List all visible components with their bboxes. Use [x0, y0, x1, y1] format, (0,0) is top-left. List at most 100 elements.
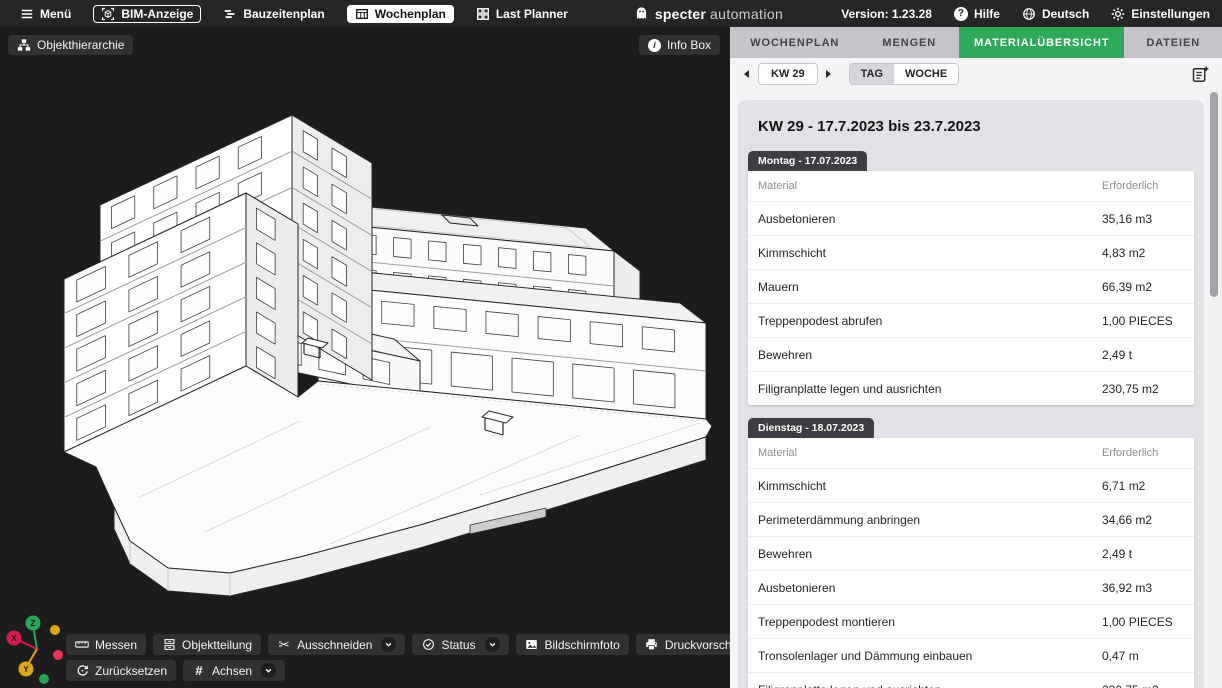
required-cell: 4,83 m2	[1102, 246, 1194, 260]
tab-materialuebersicht[interactable]: MATERIALÜBERSICHT	[959, 27, 1124, 58]
required-cell: 1,00 PIECES	[1102, 615, 1194, 629]
object-hierarchy-button[interactable]: Objekthierarchie	[8, 35, 133, 55]
table-row: Perimeterdämmung anbringen34,66 m2	[748, 502, 1194, 536]
screenshot-icon	[525, 638, 539, 652]
brand-suffix: automation	[710, 6, 783, 22]
viewer-tool-status[interactable]: Status	[412, 634, 508, 655]
table-row: Bewehren2,49 t	[748, 337, 1194, 371]
required-cell: 36,92 m3	[1102, 581, 1194, 595]
table-row: Kimmschicht4,83 m2	[748, 235, 1194, 269]
tab-wochenplan[interactable]: WOCHENPLAN	[730, 27, 859, 58]
globe-icon	[1022, 7, 1036, 21]
table-header: MaterialErforderlich	[748, 438, 1194, 468]
material-cell: Mauern	[758, 280, 1102, 294]
menu-button[interactable]: Menü	[12, 5, 79, 23]
scrollbar-track[interactable]	[1206, 90, 1222, 688]
required-cell: 230,75 m2	[1102, 683, 1194, 688]
day-section: Dienstag - 18.07.2023MaterialErforderlic…	[748, 418, 1194, 688]
axis-gizmo: ZXY	[7, 616, 64, 685]
week-chip[interactable]: KW 29	[758, 63, 818, 85]
help-button[interactable]: ? Hilfe	[954, 7, 1000, 21]
bim-icon	[101, 7, 115, 21]
material-cell: Ausbetonieren	[758, 212, 1102, 226]
viewer-tool-objektteilung[interactable]: Objektteilung	[153, 634, 261, 655]
required-cell: 2,49 t	[1102, 547, 1194, 561]
table-header: MaterialErforderlich	[748, 171, 1194, 201]
weekplan-icon	[355, 7, 369, 21]
status-check-icon	[421, 638, 435, 652]
required-cell: 6,71 m2	[1102, 479, 1194, 493]
material-cell: Kimmschicht	[758, 479, 1102, 493]
split-icon	[162, 638, 176, 652]
building-model: ZXY	[0, 27, 730, 688]
brand-name: specter	[655, 6, 706, 22]
menu-label: Menü	[40, 7, 71, 21]
chevron-down-icon[interactable]	[381, 637, 396, 652]
week-navigation: KW 29 TAG WOCHE	[730, 58, 1222, 90]
viewer-tool-messen[interactable]: Messen	[66, 634, 146, 655]
nav-bim-anzeige[interactable]: BIM-Anzeige	[93, 5, 201, 23]
required-cell: 1,00 PIECES	[1102, 314, 1194, 328]
toggle-woche[interactable]: WOCHE	[894, 64, 958, 84]
material-cell: Filigranplatte legen und ausrichten	[758, 683, 1102, 688]
day-badge: Montag - 17.07.2023	[748, 151, 867, 171]
nav-label: Last Planner	[496, 7, 568, 21]
nav-label: BIM-Anzeige	[121, 7, 193, 21]
nav-wochenplan[interactable]: Wochenplan	[347, 5, 454, 23]
svg-text:Z: Z	[31, 619, 36, 628]
table-row: Filigranplatte legen und ausrichten230,7…	[748, 672, 1194, 688]
previous-week-button[interactable]	[742, 69, 751, 80]
table-row: Kimmschicht6,71 m2	[748, 468, 1194, 502]
ruler-icon	[75, 638, 89, 652]
day-week-toggle: TAG WOCHE	[849, 63, 960, 85]
material-cell: Tronsolenlager und Dämmung einbauen	[758, 649, 1102, 663]
viewer-tool-ausschneiden[interactable]: ✂Ausschneiden	[268, 634, 405, 655]
material-cell: Ausbetonieren	[758, 581, 1102, 595]
ghost-icon	[634, 6, 649, 21]
toggle-tag[interactable]: TAG	[850, 64, 894, 84]
required-cell: 230,75 m2	[1102, 382, 1194, 396]
material-cell: Bewehren	[758, 348, 1102, 362]
viewer-tool-zur-cksetzen[interactable]: Zurücksetzen	[66, 660, 176, 681]
note-add-icon[interactable]	[1191, 65, 1210, 84]
hierarchy-icon	[17, 38, 31, 52]
viewer-tool-achsen[interactable]: #Achsen	[183, 660, 285, 681]
chevron-down-icon[interactable]	[261, 663, 276, 678]
version-label: Version: 1.23.28	[841, 7, 932, 21]
scissors-icon: ✂	[277, 638, 291, 652]
viewer-tool-druckvorschau[interactable]: Druckvorschau	[636, 634, 730, 655]
column-material: Material	[758, 180, 1102, 192]
brand-logo: specter automation	[634, 6, 783, 22]
settings-button[interactable]: Einstellungen	[1111, 7, 1210, 21]
nav-label: Bauzeitenplan	[243, 7, 324, 21]
material-cell: Treppenpodest abrufen	[758, 314, 1102, 328]
tab-mengen[interactable]: MENGEN	[859, 27, 959, 58]
info-box-button[interactable]: i Info Box	[639, 35, 720, 55]
week-heading: KW 29 - 17.7.2023 bis 23.7.2023	[758, 118, 1184, 135]
nav-bauzeitenplan[interactable]: Bauzeitenplan	[215, 5, 332, 23]
viewer-toolbar: Messen Objektteilung ✂Ausschneiden Status Bi…	[66, 634, 730, 681]
required-cell: 0,47 m	[1102, 649, 1194, 663]
viewer-tool-bildschirmfoto[interactable]: Bildschirmfoto	[516, 634, 629, 655]
nav-label: Wochenplan	[375, 7, 446, 21]
required-cell: 2,49 t	[1102, 348, 1194, 362]
info-icon: i	[648, 39, 661, 52]
scrollbar-thumb[interactable]	[1210, 92, 1218, 297]
required-cell: 66,39 m2	[1102, 280, 1194, 294]
bim-viewport[interactable]: ZXY Objekthierarchie i Info Box Messen Ob…	[0, 27, 730, 688]
next-week-button[interactable]	[825, 69, 834, 80]
material-cell: Filigranplatte legen und ausrichten	[758, 382, 1102, 396]
material-cell: Treppenpodest montieren	[758, 615, 1102, 629]
nav-last-planner[interactable]: Last Planner	[468, 5, 576, 23]
top-bar: Menü BIM-Anzeige Bauzeitenplan Wochenpla…	[0, 0, 1222, 27]
column-material: Material	[758, 447, 1102, 459]
day-section: Montag - 17.07.2023MaterialErforderlich A…	[748, 151, 1194, 405]
table-row: Treppenpodest montieren1,00 PIECES	[748, 604, 1194, 638]
gantt-icon	[223, 7, 237, 21]
tab-dateien[interactable]: DATEIEN	[1124, 27, 1222, 58]
side-panel: WOCHENPLAN MENGEN MATERIALÜBERSICHT DATE…	[730, 27, 1222, 688]
panel-tabs: WOCHENPLAN MENGEN MATERIALÜBERSICHT DATE…	[730, 27, 1222, 58]
grid-icon	[476, 7, 490, 21]
language-button[interactable]: Deutsch	[1022, 7, 1089, 21]
chevron-down-icon[interactable]	[485, 637, 500, 652]
